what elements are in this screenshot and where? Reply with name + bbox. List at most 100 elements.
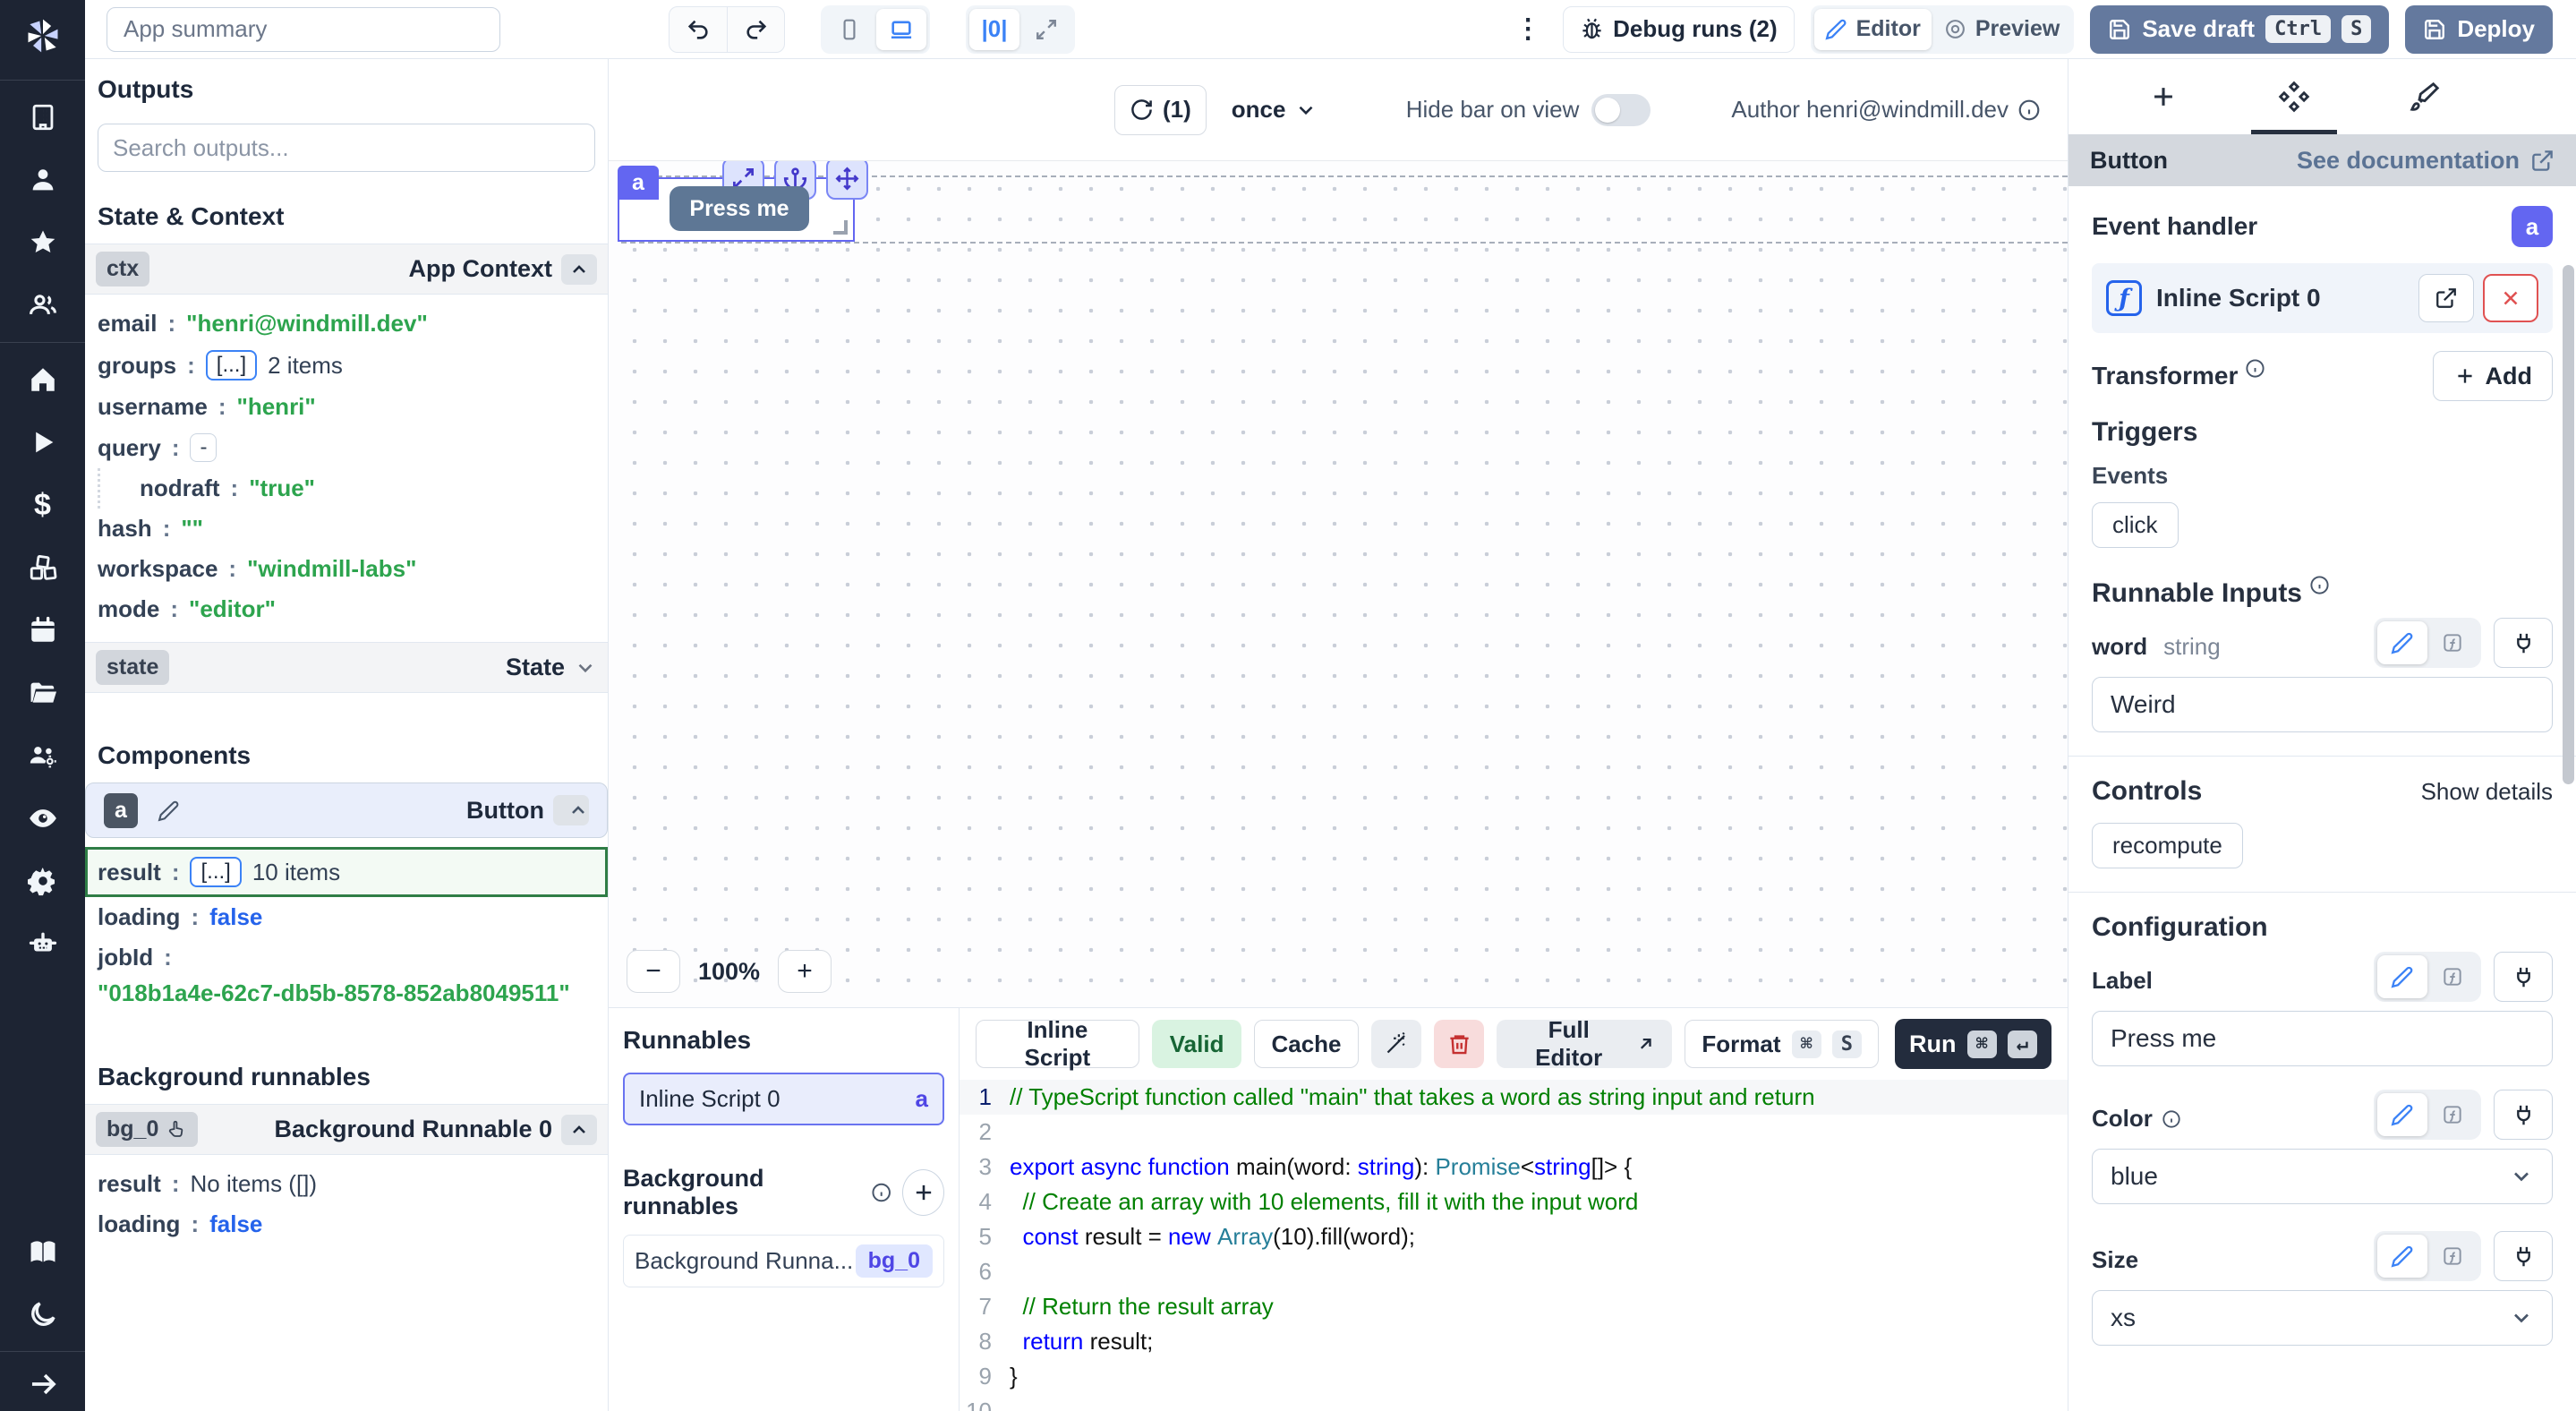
word-input[interactable]: [2092, 677, 2553, 732]
eval-mode-button[interactable]: [2427, 621, 2478, 664]
static-mode-button[interactable]: [2377, 1093, 2427, 1136]
see-documentation-link[interactable]: See documentation: [2297, 147, 2555, 175]
size-select[interactable]: xs: [2092, 1290, 2553, 1346]
resources-icon[interactable]: [0, 536, 85, 599]
audit-logs-icon[interactable]: [0, 787, 85, 850]
tab-insert-component[interactable]: [2120, 59, 2206, 134]
static-mode-button[interactable]: [2377, 1235, 2427, 1278]
connect-input-button[interactable]: [2494, 1231, 2553, 1281]
refresh-button[interactable]: (1): [1114, 85, 1207, 135]
selected-button-component[interactable]: a Press me: [618, 177, 855, 242]
tab-styling[interactable]: [2382, 59, 2468, 134]
undo-button[interactable]: [670, 7, 727, 52]
groups-icon[interactable]: [0, 274, 85, 337]
expand-badge[interactable]: -: [190, 433, 217, 462]
inline-script-card[interactable]: ƒ Inline Script 0: [2092, 263, 2553, 333]
info-icon[interactable]: [2017, 98, 2041, 122]
ctx-badge[interactable]: ctx: [96, 252, 149, 286]
color-select[interactable]: blue: [2092, 1149, 2553, 1204]
user-icon[interactable]: [0, 149, 85, 211]
windmill-logo-icon[interactable]: [23, 0, 63, 74]
collapse-sidebar-icon[interactable]: [0, 1357, 85, 1411]
connect-input-button[interactable]: [2494, 1090, 2553, 1140]
eval-mode-button[interactable]: [2427, 1093, 2478, 1136]
app-canvas[interactable]: a Press me − 100% +: [609, 161, 2068, 1007]
more-menu-button[interactable]: ⋮: [1509, 13, 1547, 45]
info-icon[interactable]: [2245, 358, 2265, 379]
press-me-button[interactable]: Press me: [670, 186, 809, 231]
hide-bar-toggle[interactable]: [1591, 94, 1651, 126]
state-section-header[interactable]: state State: [85, 642, 608, 693]
component-a-badge[interactable]: a: [104, 793, 138, 828]
add-transformer-button[interactable]: Add: [2433, 351, 2553, 401]
runnable-item-bg0[interactable]: Background Runna... bg_0: [623, 1235, 944, 1287]
variables-icon[interactable]: $: [0, 474, 85, 536]
connect-input-button[interactable]: [2494, 618, 2553, 668]
zoom-in-button[interactable]: +: [778, 950, 832, 993]
ai-bot-icon[interactable]: [0, 912, 85, 975]
docs-icon[interactable]: [0, 1220, 85, 1283]
deploy-button[interactable]: Deploy: [2405, 5, 2553, 54]
component-id-tag[interactable]: a: [618, 166, 659, 200]
runnable-item-inline-script-0[interactable]: Inline Script 0 a: [623, 1073, 944, 1125]
code-editor[interactable]: 1// TypeScript function called "main" th…: [960, 1080, 2068, 1411]
run-button[interactable]: Run ⌘↵: [1895, 1019, 2051, 1069]
dark-mode-icon[interactable]: [0, 1283, 85, 1346]
state-badge[interactable]: state: [96, 650, 169, 685]
format-button[interactable]: Format ⌘S: [1685, 1020, 1879, 1068]
info-icon[interactable]: [2162, 1109, 2181, 1129]
ai-assist-button[interactable]: [1371, 1020, 1421, 1068]
full-editor-button[interactable]: Full Editor: [1497, 1020, 1672, 1068]
expand-badge[interactable]: [...]: [206, 350, 257, 381]
pencil-icon[interactable]: [158, 800, 180, 822]
workers-icon[interactable]: [0, 724, 85, 787]
component-a-badge[interactable]: a: [2512, 206, 2553, 247]
add-background-runnable-button[interactable]: [902, 1169, 944, 1216]
static-mode-button[interactable]: [2377, 955, 2427, 998]
tab-editor[interactable]: Editor: [1814, 9, 1932, 50]
static-mode-button[interactable]: [2377, 621, 2427, 664]
inline-script-tab[interactable]: Inline Script: [976, 1020, 1139, 1068]
chevron-down-icon[interactable]: [574, 656, 597, 680]
delete-script-button[interactable]: [1434, 1020, 1484, 1068]
scrollbar-thumb[interactable]: [2563, 265, 2574, 784]
workspace-icon[interactable]: [0, 86, 85, 149]
runs-icon[interactable]: [0, 411, 85, 474]
tab-component-settings[interactable]: [2251, 59, 2337, 134]
home-icon[interactable]: [0, 348, 85, 411]
debug-runs-button[interactable]: Debug runs (2): [1563, 6, 1794, 53]
folders-icon[interactable]: [0, 662, 85, 724]
info-icon[interactable]: [871, 1181, 891, 1204]
chevron-up-icon[interactable]: [561, 1115, 597, 1145]
settings-icon[interactable]: [0, 850, 85, 912]
redo-button[interactable]: [727, 7, 784, 52]
ctx-section-header[interactable]: ctx App Context: [85, 244, 608, 295]
eval-mode-button[interactable]: [2427, 955, 2478, 998]
move-handle[interactable]: [826, 161, 868, 200]
save-draft-button[interactable]: Save draft CtrlS: [2090, 5, 2389, 54]
show-details-link[interactable]: Show details: [2421, 778, 2553, 806]
center-content-button[interactable]: |0|: [969, 9, 1019, 50]
expand-badge[interactable]: [...]: [190, 857, 241, 887]
open-script-button[interactable]: [2418, 274, 2474, 322]
run-frequency-dropdown[interactable]: once: [1232, 96, 1318, 124]
bg0-badge[interactable]: bg_0: [96, 1112, 198, 1147]
remove-script-button[interactable]: [2483, 274, 2538, 322]
zoom-out-button[interactable]: −: [627, 950, 680, 993]
full-width-button[interactable]: [1021, 9, 1071, 50]
chevron-up-icon[interactable]: [561, 254, 597, 285]
star-icon[interactable]: [0, 211, 85, 274]
resize-handle[interactable]: [833, 220, 848, 235]
label-input[interactable]: [2092, 1011, 2553, 1066]
desktop-view-button[interactable]: [876, 9, 926, 50]
info-icon[interactable]: [2309, 575, 2330, 595]
schedules-icon[interactable]: [0, 599, 85, 662]
button-component-header[interactable]: a Button: [85, 782, 608, 838]
recompute-control[interactable]: recompute: [2092, 823, 2243, 868]
tab-preview[interactable]: Preview: [1933, 9, 2071, 50]
app-summary-input[interactable]: [107, 7, 500, 52]
mobile-view-button[interactable]: [824, 9, 874, 50]
bg0-section-header[interactable]: bg_0 Background Runnable 0: [85, 1104, 608, 1155]
search-outputs-input[interactable]: [98, 124, 595, 172]
chevron-up-icon[interactable]: [553, 795, 589, 825]
